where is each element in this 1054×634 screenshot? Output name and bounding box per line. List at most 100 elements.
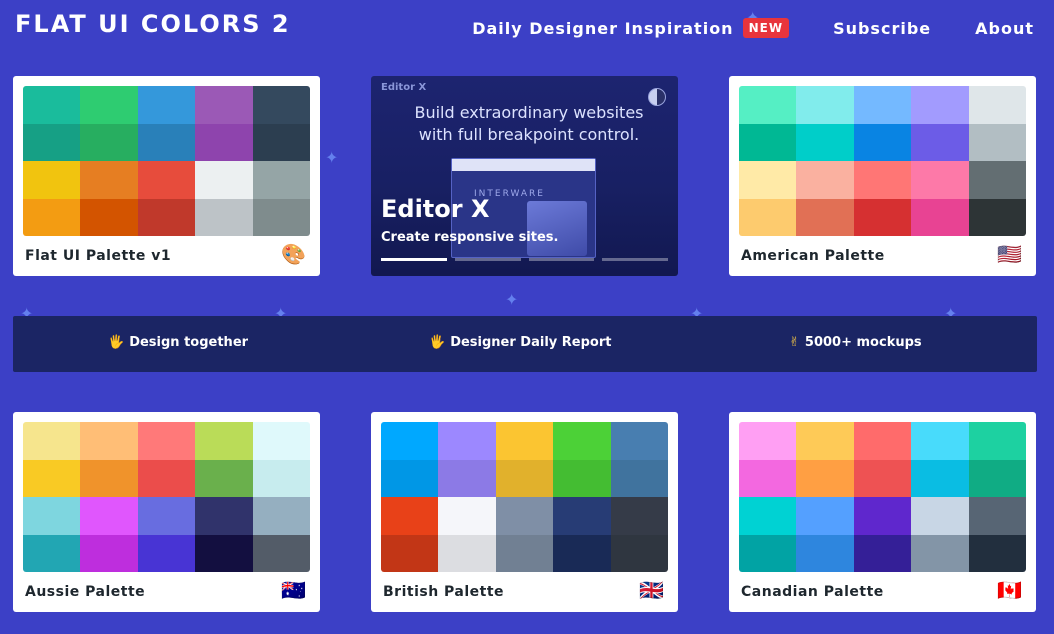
color-swatch[interactable] (195, 123, 253, 161)
color-swatch[interactable] (796, 534, 854, 572)
color-swatch[interactable] (553, 459, 611, 497)
color-swatch[interactable] (853, 161, 912, 199)
color-swatch[interactable] (739, 459, 797, 497)
color-swatch[interactable] (381, 534, 439, 572)
color-swatch[interactable] (911, 86, 969, 124)
color-swatch[interactable] (968, 459, 1026, 497)
color-swatch[interactable] (495, 422, 554, 460)
color-swatch[interactable] (739, 123, 797, 161)
color-swatch[interactable] (252, 198, 310, 236)
color-swatch[interactable] (853, 198, 912, 236)
color-swatch[interactable] (23, 459, 81, 497)
color-swatch[interactable] (23, 534, 81, 572)
color-swatch[interactable] (252, 123, 310, 161)
color-swatch[interactable] (553, 497, 611, 535)
color-swatch[interactable] (80, 534, 138, 572)
palette-card[interactable]: Aussie Palette 🇦🇺 (13, 412, 320, 612)
color-swatch[interactable] (553, 422, 611, 460)
color-swatch[interactable] (23, 123, 81, 161)
color-swatch[interactable] (739, 86, 797, 124)
color-swatch[interactable] (911, 123, 969, 161)
banner-item-design-together[interactable]: 🖐 Design together (108, 335, 248, 350)
color-swatch[interactable] (610, 497, 668, 535)
color-swatch[interactable] (381, 422, 439, 460)
color-swatch[interactable] (137, 198, 196, 236)
color-swatch[interactable] (23, 198, 81, 236)
site-logo[interactable]: FLAT UI COLORS 2 (15, 10, 291, 38)
color-swatch[interactable] (252, 422, 310, 460)
banner-item-daily-report[interactable]: 🖐 Designer Daily Report (429, 335, 611, 350)
color-swatch[interactable] (23, 497, 81, 535)
color-swatch[interactable] (553, 534, 611, 572)
color-swatch[interactable] (853, 497, 912, 535)
color-swatch[interactable] (796, 198, 854, 236)
color-swatch[interactable] (252, 161, 310, 199)
color-swatch[interactable] (195, 86, 253, 124)
color-swatch[interactable] (796, 459, 854, 497)
color-swatch[interactable] (438, 459, 496, 497)
color-swatch[interactable] (968, 161, 1026, 199)
color-swatch[interactable] (195, 497, 253, 535)
color-swatch[interactable] (911, 198, 969, 236)
color-swatch[interactable] (911, 459, 969, 497)
color-swatch[interactable] (195, 161, 253, 199)
color-swatch[interactable] (968, 497, 1026, 535)
color-swatch[interactable] (911, 534, 969, 572)
color-swatch[interactable] (739, 422, 797, 460)
color-swatch[interactable] (739, 497, 797, 535)
color-swatch[interactable] (853, 86, 912, 124)
palette-card[interactable]: American Palette 🇺🇸 (729, 76, 1036, 276)
color-swatch[interactable] (495, 534, 554, 572)
color-swatch[interactable] (381, 497, 439, 535)
color-swatch[interactable] (80, 161, 138, 199)
color-swatch[interactable] (853, 422, 912, 460)
color-swatch[interactable] (739, 198, 797, 236)
ad-slide-dot[interactable] (602, 258, 668, 261)
palette-card[interactable]: British Palette 🇬🇧 (371, 412, 678, 612)
color-swatch[interactable] (137, 534, 196, 572)
color-swatch[interactable] (853, 459, 912, 497)
ad-carousel[interactable]: Editor X Build extraordinary websites wi… (371, 76, 678, 276)
color-swatch[interactable] (80, 497, 138, 535)
color-swatch[interactable] (137, 459, 196, 497)
color-swatch[interactable] (968, 123, 1026, 161)
color-swatch[interactable] (968, 534, 1026, 572)
nav-link-subscribe[interactable]: Subscribe (833, 19, 931, 38)
color-swatch[interactable] (80, 422, 138, 460)
color-swatch[interactable] (23, 86, 81, 124)
color-swatch[interactable] (137, 86, 196, 124)
banner-item-mockups[interactable]: ✌ 5000+ mockups (789, 335, 922, 350)
color-swatch[interactable] (495, 497, 554, 535)
ad-slide-dot[interactable] (381, 258, 447, 261)
color-swatch[interactable] (195, 459, 253, 497)
color-swatch[interactable] (195, 422, 253, 460)
color-swatch[interactable] (610, 459, 668, 497)
color-swatch[interactable] (438, 422, 496, 460)
color-swatch[interactable] (195, 534, 253, 572)
ad-slide-dot[interactable] (454, 258, 521, 261)
color-swatch[interactable] (80, 86, 138, 124)
color-swatch[interactable] (968, 198, 1026, 236)
color-swatch[interactable] (796, 161, 854, 199)
color-swatch[interactable] (23, 161, 81, 199)
color-swatch[interactable] (739, 534, 797, 572)
color-swatch[interactable] (968, 422, 1026, 460)
palette-card[interactable]: Canadian Palette 🇨🇦 (729, 412, 1036, 612)
color-swatch[interactable] (381, 459, 439, 497)
color-swatch[interactable] (495, 459, 554, 497)
color-swatch[interactable] (80, 123, 138, 161)
color-swatch[interactable] (911, 497, 969, 535)
color-swatch[interactable] (796, 422, 854, 460)
color-swatch[interactable] (796, 497, 854, 535)
color-swatch[interactable] (739, 161, 797, 199)
color-swatch[interactable] (796, 86, 854, 124)
color-swatch[interactable] (252, 459, 310, 497)
nav-item-inspiration[interactable]: Daily Designer Inspiration NEW (472, 18, 790, 38)
color-swatch[interactable] (137, 161, 196, 199)
color-swatch[interactable] (853, 123, 912, 161)
color-swatch[interactable] (137, 123, 196, 161)
color-swatch[interactable] (796, 123, 854, 161)
ad-slide-dot[interactable] (528, 258, 595, 261)
color-swatch[interactable] (23, 422, 81, 460)
color-swatch[interactable] (137, 497, 196, 535)
